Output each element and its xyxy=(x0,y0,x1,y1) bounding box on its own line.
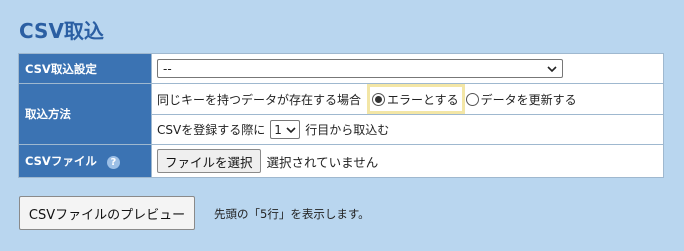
chevron-down-icon xyxy=(547,65,557,72)
start-row-value: 1 xyxy=(274,122,282,137)
radio-update-label: データを更新する xyxy=(480,92,577,107)
csv-settings-label: CSV取込設定 xyxy=(18,53,152,84)
radio-error-label: エラーとする xyxy=(387,92,459,107)
start-row-prefix: CSVを登録する際に xyxy=(157,123,266,137)
csv-preview-button[interactable]: CSVファイルのプレビュー xyxy=(19,196,195,230)
file-status-text: 選択されていません xyxy=(266,154,379,170)
csv-settings-select[interactable]: -- xyxy=(157,59,563,78)
start-row-suffix: 行目から取込む xyxy=(305,123,390,137)
page-title: CSV取込 xyxy=(19,19,104,43)
start-row-row: CSVを登録する際に 1 行目から取込む xyxy=(152,114,663,144)
choose-file-button[interactable]: ファイルを選択 xyxy=(157,149,261,173)
chevron-down-icon xyxy=(286,126,296,133)
preview-note: 先頭の「5行」を表示します。 xyxy=(214,207,370,221)
radio-option-error[interactable]: エラーとする xyxy=(367,84,465,114)
csv-file-label: CSVファイル xyxy=(25,154,97,168)
start-row-select[interactable]: 1 xyxy=(270,120,301,139)
radio-update-input[interactable] xyxy=(465,92,479,106)
import-method-row: 取込方法 同じキーを持つデータが存在する場合 エラーとする データを更新する C… xyxy=(18,83,664,145)
help-icon[interactable]: ? xyxy=(106,156,120,169)
import-method-label: 取込方法 xyxy=(18,83,152,145)
duplicate-handling-text: 同じキーを持つデータが存在する場合 xyxy=(157,92,362,107)
duplicate-handling-row: 同じキーを持つデータが存在する場合 エラーとする データを更新する xyxy=(152,84,663,114)
csv-settings-row: CSV取込設定 -- xyxy=(18,53,664,84)
csv-file-row: CSVファイル ? ファイルを選択 選択されていません xyxy=(18,144,664,178)
csv-import-form: CSV取込設定 -- 取込方法 同じキーを持つデータが存在する場合 エラーとする xyxy=(18,53,664,178)
csv-settings-selected-value: -- xyxy=(163,61,172,76)
radio-option-update[interactable]: データを更新する xyxy=(465,91,577,108)
radio-error-input[interactable] xyxy=(372,92,386,106)
